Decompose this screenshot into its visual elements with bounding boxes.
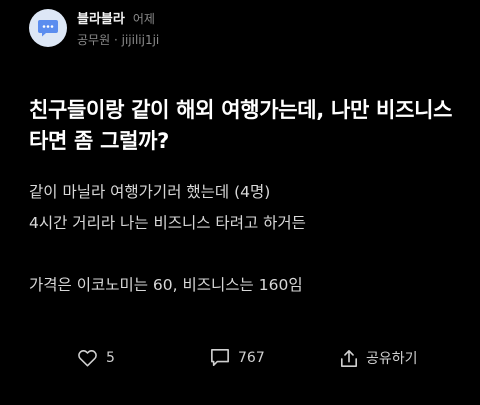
post-body-line: 가격은 이코노미는 60, 비즈니스는 160임	[29, 276, 303, 294]
post-body-line: 같이 마닐라 여행가기러 했는데 (4명)	[29, 183, 271, 201]
channel-avatar[interactable]	[29, 9, 67, 47]
author-info: 공무원 · jijilij1ji	[77, 31, 159, 48]
author-separator: ·	[113, 33, 118, 47]
share-icon	[340, 349, 358, 367]
post-time: 어제	[132, 12, 155, 26]
share-button[interactable]: 공유하기	[340, 348, 418, 368]
chat-bubble-icon	[38, 20, 58, 37]
post-meta: 블라블라 어제 공무원 · jijilij1ji	[77, 8, 159, 48]
comment-count: 767	[238, 349, 265, 366]
post-title: 친구들이랑 같이 해외 여행가는데, 나만 비즈니스 타면 좀 그럴까?	[29, 98, 453, 153]
author-company: 공무원	[77, 33, 111, 47]
like-count: 5	[106, 349, 115, 366]
channel-name[interactable]: 블라블라	[77, 8, 125, 27]
author-nickname: jijilij1ji	[121, 33, 160, 47]
heart-icon	[78, 350, 97, 367]
comment-button[interactable]: 767	[210, 348, 265, 367]
post-header: 블라블라 어제 공무원 · jijilij1ji	[29, 8, 159, 48]
share-label: 공유하기	[366, 351, 418, 367]
comment-icon	[211, 348, 229, 367]
like-button[interactable]: 5	[77, 348, 115, 367]
post-actions: 5 767 공유하기	[0, 348, 480, 374]
post-body-line: 4시간 거리라 나는 비즈니스 타려고 하거든	[29, 214, 306, 232]
